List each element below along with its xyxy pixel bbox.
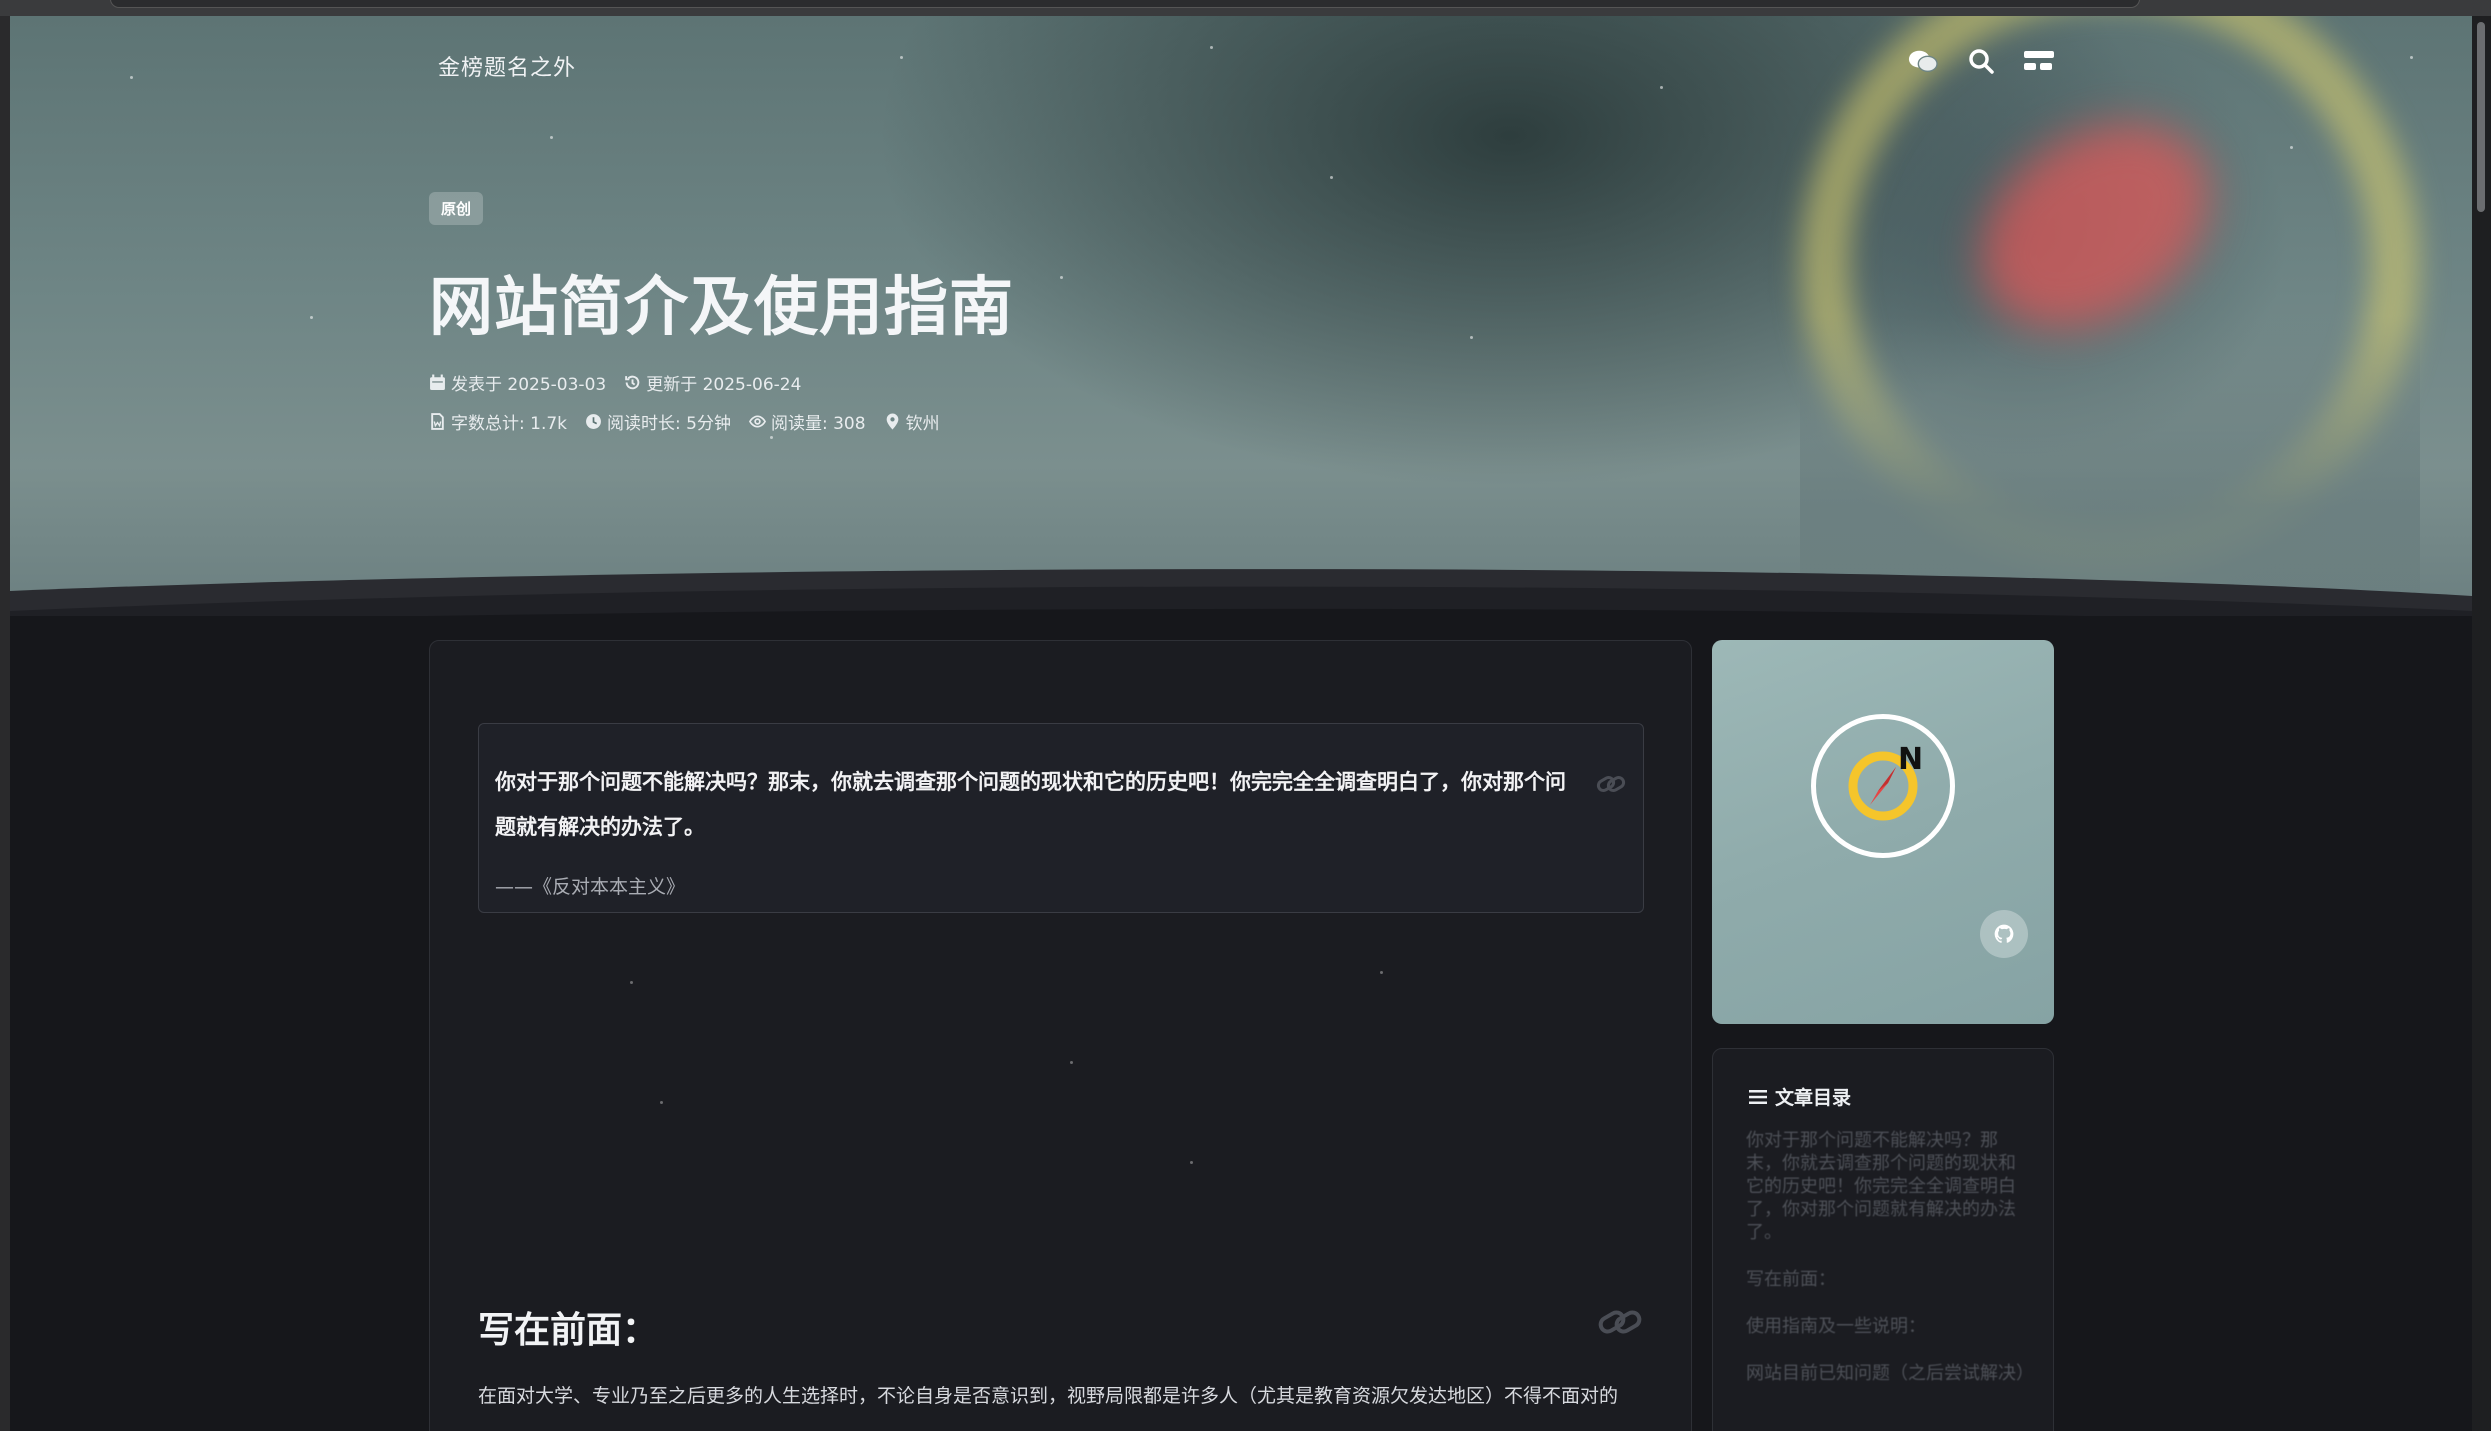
star — [1060, 276, 1063, 279]
published-date-text: 发表于 2025-03-03 — [451, 375, 607, 395]
compass-logo-icon: N — [1848, 742, 1923, 821]
views: 阅读量: 308 — [748, 409, 866, 434]
hero-banner: 金榜题名之外 原创 网站简介及使用指南 发表于 2025-03-03 更新于 2… — [10, 16, 2472, 616]
github-button[interactable] — [1980, 910, 2028, 958]
section-heading: 写在前面： — [478, 1310, 659, 1351]
blockquote: 你对于那个问题不能解决吗？那末，你就去调查那个问题的现状和它的历史吧！你完完全全… — [478, 723, 1644, 913]
star — [1470, 336, 1473, 339]
quote-text: 你对于那个问题不能解决吗？那末，你就去调查那个问题的现状和它的历史吧！你完完全全… — [495, 770, 1566, 839]
location: 钦州 — [884, 409, 940, 434]
github-icon — [1994, 924, 2014, 943]
star — [1210, 46, 1213, 49]
search-icon[interactable] — [1966, 46, 1996, 76]
history-icon — [625, 375, 640, 390]
star — [1330, 176, 1333, 179]
star — [2290, 146, 2293, 149]
published-date: 发表于 2025-03-03 — [429, 370, 606, 395]
word-count-text: 字数总计: 1.7k — [451, 414, 568, 434]
nav-icon-group — [1908, 46, 2054, 76]
page-viewport: 金榜题名之外 原创 网站简介及使用指南 发表于 2025-03-03 更新于 2… — [10, 16, 2472, 1431]
toc-item[interactable]: 写在前面： — [1746, 1268, 2026, 1291]
map-pin-icon — [886, 413, 898, 430]
updated-date: 更新于 2025-06-24 — [624, 370, 801, 395]
toc-title-text: 文章目录 — [1775, 1087, 1852, 1109]
file-word-icon — [431, 413, 444, 430]
star — [130, 76, 133, 79]
toc-item[interactable]: 使用指南及一些说明： — [1746, 1315, 2026, 1338]
toc-list: 你对于那个问题不能解决吗？那末，你就去调查那个问题的现状和它的历史吧！你完完全全… — [1746, 1129, 2034, 1409]
toc-card: 文章目录 你对于那个问题不能解决吗？那末，你就去调查那个问题的现状和它的历史吧！… — [1712, 1048, 2054, 1431]
heading-anchor-link-icon[interactable] — [1597, 1301, 1645, 1341]
svg-text:N: N — [1898, 742, 1923, 777]
star — [2410, 56, 2413, 59]
star — [630, 981, 633, 984]
section-paragraph: 在面对大学、专业乃至之后更多的人生选择时，不论自身是否意识到，视野局限都是许多人… — [478, 1385, 1619, 1407]
star — [1190, 1161, 1193, 1164]
toc-title: 文章目录 — [1749, 1083, 1851, 1110]
post-meta-dates: 发表于 2025-03-03 更新于 2025-06-24 — [429, 370, 801, 395]
star — [900, 56, 903, 59]
clock-icon — [586, 414, 601, 429]
scrollbar-track[interactable] — [2471, 16, 2491, 1431]
eye-icon — [748, 415, 766, 428]
avatar[interactable]: N — [1811, 714, 1955, 858]
link-icon[interactable] — [1595, 768, 1627, 800]
star — [770, 436, 773, 439]
toc-item[interactable]: 你对于那个问题不能解决吗？那末，你就去调查那个问题的现状和它的历史吧！你完完全全… — [1746, 1129, 2026, 1244]
calendar-icon — [430, 374, 445, 390]
article-card: 你对于那个问题不能解决吗？那末，你就去调查那个问题的现状和它的历史吧！你完完全全… — [429, 640, 1692, 1431]
toc-item[interactable]: 网站目前已知问题（之后尝试解决） — [1746, 1362, 2034, 1385]
star — [660, 1101, 663, 1104]
quote-source: ——《反对本本主义》 — [495, 876, 686, 898]
read-time-text: 阅读时长: 5分钟 — [607, 414, 731, 434]
star — [1070, 1061, 1073, 1064]
read-time: 阅读时长: 5分钟 — [585, 409, 731, 434]
star — [1380, 971, 1383, 974]
post-meta-stats: 字数总计: 1.7k 阅读时长: 5分钟 阅读量: 308 钦州 — [429, 409, 940, 434]
hero-wave-divider — [10, 569, 2472, 616]
updated-date-text: 更新于 2025-06-24 — [646, 375, 802, 395]
list-icon — [1749, 1089, 1767, 1104]
star — [1660, 86, 1663, 89]
star — [550, 136, 553, 139]
site-name-link[interactable]: 金榜题名之外 — [438, 50, 576, 82]
scrollbar-thumb[interactable] — [2477, 22, 2485, 212]
word-count: 字数总计: 1.7k — [429, 409, 567, 434]
star — [310, 316, 313, 319]
location-text: 钦州 — [905, 414, 940, 434]
menu-icon[interactable] — [2024, 46, 2054, 76]
post-type-badge: 原创 — [429, 192, 484, 225]
post-title: 网站简介及使用指南 — [429, 271, 1014, 345]
browser-address-bar[interactable] — [110, 0, 2140, 8]
views-text: 阅读量: 308 — [770, 414, 866, 434]
author-card: N — [1712, 640, 2054, 1024]
wechat-icon[interactable] — [1908, 46, 1938, 76]
